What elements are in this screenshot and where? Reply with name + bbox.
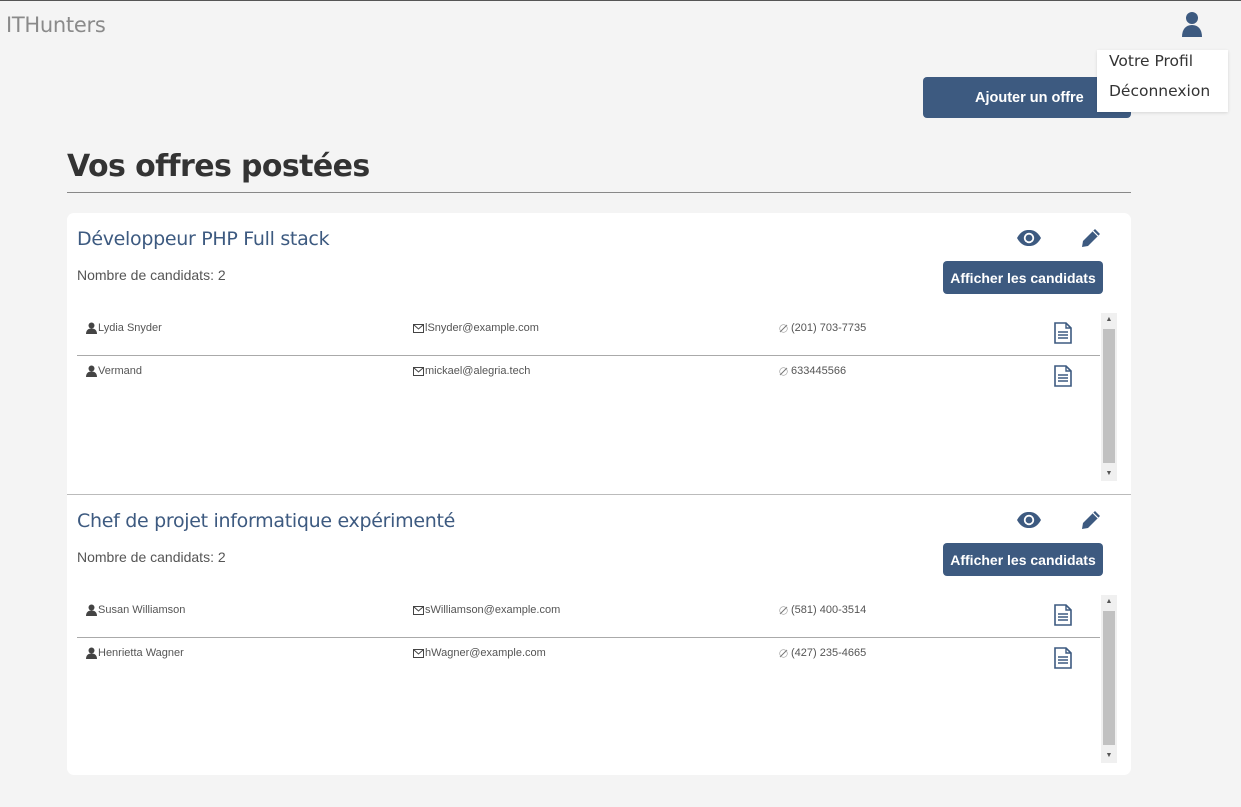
candidate-phone: (201) 703-7735 bbox=[779, 322, 866, 334]
scrollbar[interactable]: ▲ ▼ bbox=[1101, 595, 1117, 763]
candidate-email-text: mickael@alegria.tech bbox=[425, 365, 531, 377]
candidate-phone: (581) 400-3514 bbox=[779, 604, 866, 616]
offer-title[interactable]: Chef de projet informatique expérimenté bbox=[77, 510, 455, 532]
candidate-phone: 633445566 bbox=[779, 365, 846, 377]
candidate-name: Lydia Snyder bbox=[86, 322, 162, 334]
document-icon[interactable] bbox=[1053, 604, 1073, 626]
candidate-name: Vermand bbox=[86, 365, 142, 377]
menu-item-profile[interactable]: Votre Profil bbox=[1109, 52, 1193, 70]
candidate-phone: (427) 235-4665 bbox=[779, 647, 866, 659]
candidate-phone-text: (201) 703-7735 bbox=[791, 322, 867, 334]
envelope-icon bbox=[413, 648, 424, 658]
candidate-name-text: Henrietta Wagner bbox=[98, 647, 184, 659]
candidate-name: Susan Williamson bbox=[86, 604, 185, 616]
document-icon[interactable] bbox=[1053, 365, 1073, 387]
phone-icon bbox=[779, 323, 788, 333]
candidate-name-text: Susan Williamson bbox=[98, 604, 186, 616]
envelope-icon bbox=[413, 605, 424, 615]
candidate-email-text: hWagner@example.com bbox=[425, 647, 546, 659]
scroll-down-arrow-icon[interactable]: ▼ bbox=[1101, 467, 1117, 481]
envelope-icon bbox=[413, 323, 424, 333]
list-item: Susan Williamson sWilliamson@example.com… bbox=[77, 595, 1100, 638]
candidate-email-text: lSnyder@example.com bbox=[425, 322, 539, 334]
pencil-icon[interactable] bbox=[1080, 227, 1102, 249]
scrollbar-thumb[interactable] bbox=[1103, 611, 1115, 745]
offer-card: Chef de projet informatique expérimenté … bbox=[67, 494, 1131, 775]
candidate-phone-text: (581) 400-3514 bbox=[791, 604, 867, 616]
candidate-name-text: Lydia Snyder bbox=[98, 322, 162, 334]
user-dropdown-menu: Votre Profil Déconnexion bbox=[1097, 50, 1228, 112]
candidate-phone-text: 633445566 bbox=[791, 365, 847, 377]
scrollbar-thumb[interactable] bbox=[1103, 329, 1115, 463]
offer-title[interactable]: Développeur PHP Full stack bbox=[77, 228, 330, 250]
offers-panel: Développeur PHP Full stack Nombre de can… bbox=[67, 213, 1131, 775]
candidate-email: lSnyder@example.com bbox=[413, 322, 539, 334]
candidate-count: Nombre de candidats: 2 bbox=[77, 549, 226, 565]
person-icon bbox=[86, 322, 97, 334]
page-title: Vos offres postées bbox=[67, 149, 370, 184]
document-icon[interactable] bbox=[1053, 647, 1073, 669]
candidate-phone-text: (427) 235-4665 bbox=[791, 647, 867, 659]
list-item: Vermand mickael@alegria.tech 633445566 bbox=[77, 356, 1100, 399]
person-icon bbox=[86, 365, 97, 377]
pencil-icon[interactable] bbox=[1080, 509, 1102, 531]
candidate-name: Henrietta Wagner bbox=[86, 647, 184, 659]
candidate-list[interactable]: Lydia Snyder lSnyder@example.com (201) 7… bbox=[77, 313, 1117, 481]
scroll-up-arrow-icon[interactable]: ▲ bbox=[1101, 313, 1117, 327]
candidate-list[interactable]: Susan Williamson sWilliamson@example.com… bbox=[77, 595, 1117, 763]
brand-logo[interactable]: ITHunters bbox=[6, 13, 106, 37]
candidate-count: Nombre de candidats: 2 bbox=[77, 267, 226, 283]
candidate-email: hWagner@example.com bbox=[413, 647, 546, 659]
scroll-up-arrow-icon[interactable]: ▲ bbox=[1101, 595, 1117, 609]
candidate-name-text: Vermand bbox=[98, 365, 143, 377]
phone-icon bbox=[779, 648, 788, 658]
candidate-email: sWilliamson@example.com bbox=[413, 604, 560, 616]
person-icon bbox=[86, 604, 97, 616]
phone-icon bbox=[779, 366, 788, 376]
list-item: Lydia Snyder lSnyder@example.com (201) 7… bbox=[77, 313, 1100, 356]
menu-item-logout[interactable]: Déconnexion bbox=[1109, 82, 1210, 100]
scroll-down-arrow-icon[interactable]: ▼ bbox=[1101, 749, 1117, 763]
user-icon[interactable] bbox=[1181, 11, 1203, 37]
eye-icon[interactable] bbox=[1016, 511, 1042, 529]
candidate-email: mickael@alegria.tech bbox=[413, 365, 530, 377]
document-icon[interactable] bbox=[1053, 322, 1073, 344]
show-candidates-button[interactable]: Afficher les candidats bbox=[943, 543, 1103, 576]
envelope-icon bbox=[413, 366, 424, 376]
title-divider bbox=[67, 192, 1131, 193]
offer-card: Développeur PHP Full stack Nombre de can… bbox=[67, 213, 1131, 494]
person-icon bbox=[86, 647, 97, 659]
candidate-email-text: sWilliamson@example.com bbox=[425, 604, 561, 616]
eye-icon[interactable] bbox=[1016, 229, 1042, 247]
scrollbar[interactable]: ▲ ▼ bbox=[1101, 313, 1117, 481]
list-item: Henrietta Wagner hWagner@example.com (42… bbox=[77, 638, 1100, 681]
show-candidates-button[interactable]: Afficher les candidats bbox=[943, 261, 1103, 294]
phone-icon bbox=[779, 605, 788, 615]
